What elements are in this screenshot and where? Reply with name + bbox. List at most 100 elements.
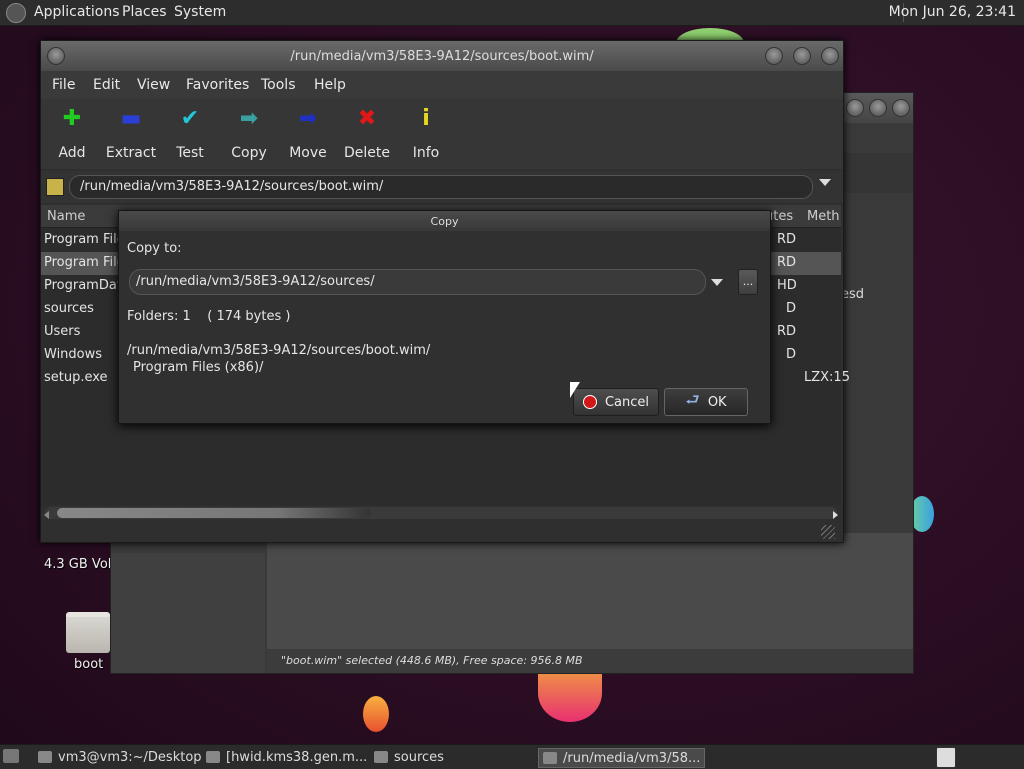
file-name: Users [44, 324, 81, 339]
maximize-icon[interactable] [869, 99, 887, 117]
taskbar-item-label: vm3@vm3:~/Desktop [58, 749, 202, 765]
file-attributes: D [786, 347, 797, 362]
delete-icon: ✖ [357, 106, 377, 131]
applications-menu[interactable]: Applications [34, 4, 120, 20]
address-text: /run/media/vm3/58E3-9A12/sources/boot.wi… [80, 179, 384, 194]
destination-input[interactable]: /run/media/vm3/58E3-9A12/sources/ [129, 269, 706, 295]
toolbar: ✚ Add ▬ Extract ✔ Test ➡ Copy ➡ Move ✖ D… [41, 99, 843, 169]
scrollbar-thumb[interactable] [57, 508, 371, 518]
extract-button[interactable]: ▬ Extract [102, 105, 160, 161]
mouse-pointer-icon [570, 382, 580, 398]
source-item: Program Files (x86)/ [133, 360, 264, 375]
menu-view[interactable]: View [137, 77, 170, 93]
menu-file[interactable]: File [52, 77, 75, 93]
workspace-switcher-icon[interactable] [936, 747, 956, 768]
destination-path: /run/media/vm3/58E3-9A12/sources/ [136, 274, 375, 289]
menubar: File Edit View Favorites Tools Help [41, 71, 843, 99]
test-icon: ✔ [180, 106, 200, 131]
file-attributes: D [786, 301, 797, 316]
show-desktop-icon[interactable] [3, 749, 19, 763]
file-name: Program File [44, 255, 125, 270]
taskbar: vm3@vm3:~/Desktop [hwid.kms38.gen.m... s… [0, 744, 1024, 769]
taskbar-item-label: sources [394, 749, 444, 765]
file-attributes: RD [777, 324, 797, 339]
test-button[interactable]: ✔ Test [161, 105, 219, 161]
menu-help[interactable]: Help [314, 77, 346, 93]
move-icon: ➡ [298, 106, 318, 131]
maximize-icon[interactable] [793, 47, 811, 65]
info-icon: i [422, 106, 430, 131]
dialog-titlebar[interactable]: Copy [119, 211, 770, 231]
wallpaper-blob [363, 696, 389, 732]
close-icon[interactable] [821, 47, 839, 65]
extract-icon: ▬ [120, 106, 142, 131]
background-file-label: esd [841, 287, 865, 302]
taskbar-item-terminal[interactable]: vm3@vm3:~/Desktop [38, 748, 202, 766]
menu-edit[interactable]: Edit [93, 77, 120, 93]
background-sidebar [111, 553, 265, 673]
add-button[interactable]: ✚ Add [43, 105, 101, 161]
move-button[interactable]: ➡ Move [279, 105, 337, 161]
ok-label: OK [707, 394, 727, 410]
volume-icon-label[interactable]: 4.3 GB Volu [44, 557, 120, 572]
info-label: Info [412, 145, 440, 161]
window-bottom-bar [41, 523, 843, 542]
minimize-icon[interactable] [765, 47, 783, 65]
taskbar-item-archive[interactable]: /run/media/vm3/58... [538, 748, 706, 768]
system-menu[interactable]: System [174, 4, 226, 20]
scroll-left-icon[interactable] [44, 511, 49, 519]
taskbar-item-label: [hwid.kms38.gen.m... [226, 749, 368, 765]
archive-icon [543, 752, 557, 764]
folder-icon [206, 751, 220, 763]
address-dropdown-icon[interactable] [819, 179, 831, 186]
copy-button[interactable]: ➡ Copy [220, 105, 278, 161]
folder-icon [374, 751, 388, 763]
minimize-icon[interactable] [846, 99, 864, 117]
browse-button[interactable]: ... [738, 269, 758, 295]
window-title: /run/media/vm3/58E3-9A12/sources/boot.wi… [290, 49, 594, 64]
places-menu[interactable]: Places [122, 4, 167, 20]
status-text: "boot.wim" selected (448.6 MB), Free spa… [281, 654, 583, 667]
column-name-header[interactable]: Name [47, 209, 85, 224]
file-name: Windows [44, 347, 103, 362]
dialog-title: Copy [430, 215, 459, 228]
cancel-icon [582, 395, 597, 409]
file-attributes: HD [777, 278, 797, 293]
address-input[interactable]: /run/media/vm3/58E3-9A12/sources/boot.wi… [69, 175, 813, 199]
window-titlebar[interactable]: /run/media/vm3/58E3-9A12/sources/boot.wi… [41, 41, 843, 71]
clock[interactable]: Mon Jun 26, 23:41 [889, 4, 1016, 20]
boot-folder-label[interactable]: boot [74, 657, 103, 672]
horizontal-scrollbar[interactable] [45, 507, 837, 519]
copy-label: Copy [231, 145, 267, 161]
file-name: sources [44, 301, 94, 316]
cancel-button[interactable]: Cancel [573, 388, 659, 416]
add-icon: ✚ [62, 106, 82, 131]
close-icon[interactable] [892, 99, 910, 117]
copy-to-label: Copy to: [127, 241, 182, 256]
delete-button[interactable]: ✖ Delete [338, 105, 396, 161]
test-label: Test [176, 145, 204, 161]
taskbar-item-sources[interactable]: sources [374, 748, 444, 766]
info-button[interactable]: i Info [397, 105, 455, 161]
column-method-header[interactable]: Meth [807, 209, 840, 224]
folders-info: Folders: 1 ( 174 bytes ) [127, 309, 291, 324]
top-panel: Applications Places System Mon Jun 26, 2… [0, 0, 1024, 26]
up-folder-icon[interactable] [46, 178, 64, 196]
extract-label: Extract [105, 145, 157, 161]
ok-button[interactable]: ⮐ OK [664, 388, 748, 416]
taskbar-item-label: /run/media/vm3/58... [563, 750, 701, 766]
taskbar-item-hwid[interactable]: [hwid.kms38.gen.m... [206, 748, 367, 766]
menu-favorites[interactable]: Favorites [186, 77, 249, 93]
file-attributes: RD [777, 255, 797, 270]
boot-folder-icon[interactable] [66, 612, 110, 653]
menu-tools[interactable]: Tools [261, 77, 296, 93]
destination-dropdown-icon[interactable] [711, 279, 723, 286]
scroll-right-icon[interactable] [833, 511, 838, 519]
ok-return-icon: ⮐ [685, 389, 700, 409]
file-name: Program File [44, 232, 125, 247]
address-bar: /run/media/vm3/58E3-9A12/sources/boot.wi… [41, 171, 843, 203]
resize-grip-icon[interactable] [821, 525, 835, 539]
file-attributes: RD [777, 232, 797, 247]
menu-logo-icon[interactable] [6, 3, 26, 23]
file-method: LZX:15 [804, 370, 850, 385]
